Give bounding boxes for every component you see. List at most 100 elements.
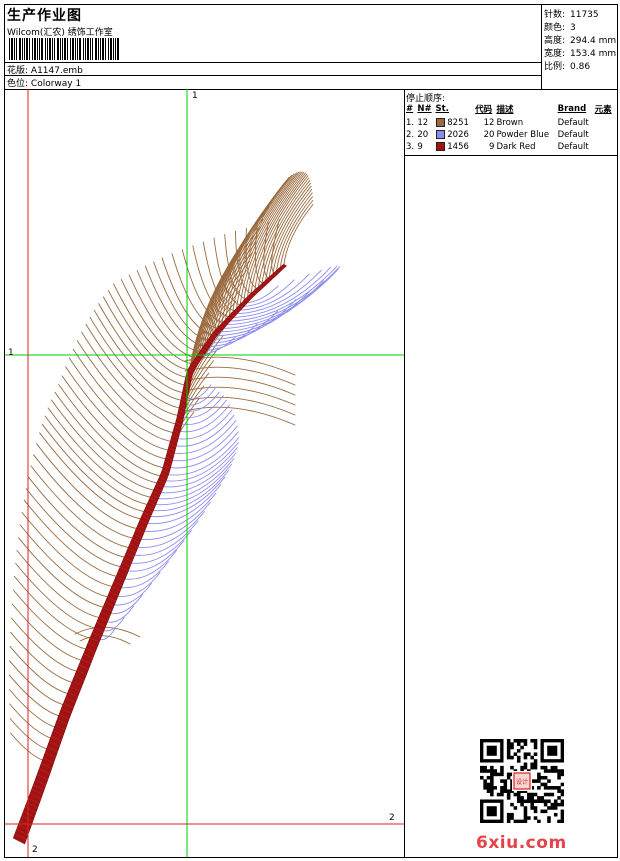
qr-module bbox=[530, 796, 534, 800]
qr-module bbox=[560, 789, 564, 793]
qr-module bbox=[516, 742, 521, 746]
qr-module bbox=[533, 765, 538, 770]
qr-module bbox=[516, 796, 521, 800]
qr-module bbox=[533, 752, 538, 756]
qr-module bbox=[513, 792, 518, 797]
qr-module bbox=[490, 782, 494, 787]
qr-module bbox=[547, 806, 551, 810]
qr-module bbox=[516, 819, 521, 823]
color-row: 2. 20 2026 20 Powder Blue Default bbox=[406, 128, 616, 140]
color-index: 2. bbox=[406, 129, 415, 140]
qr-module bbox=[496, 792, 501, 797]
barcode-bar bbox=[60, 38, 61, 60]
barcode-bar bbox=[95, 38, 97, 60]
qr-module bbox=[513, 819, 518, 823]
qr-module bbox=[506, 792, 511, 797]
qr-module bbox=[530, 739, 534, 743]
color-swatch bbox=[435, 129, 445, 139]
barcode-bar bbox=[16, 38, 17, 60]
qr-module bbox=[483, 782, 487, 787]
header-index: # bbox=[406, 104, 414, 114]
guide-label-h1: 1 bbox=[8, 348, 14, 358]
design-stats: 针数: 11735 颜色: 3 高度: 294.4 mm 宽度: 153.4 mm 比例: 0.8… bbox=[541, 5, 618, 89]
qr-module bbox=[523, 739, 528, 743]
barcode-bar bbox=[19, 38, 21, 60]
qr-module bbox=[540, 782, 545, 787]
barcode-bar bbox=[115, 38, 116, 60]
qr-module bbox=[533, 806, 538, 810]
watermark: 6xiu.com bbox=[476, 833, 567, 853]
qr-module bbox=[553, 769, 558, 773]
barcode-bar bbox=[39, 38, 40, 60]
header-description: 描述 bbox=[496, 105, 514, 115]
brown-barb-left bbox=[9, 645, 74, 696]
color-code: 20 bbox=[483, 129, 495, 140]
qr-module bbox=[543, 802, 548, 807]
header-code: 代码 bbox=[475, 105, 493, 115]
qr-module bbox=[506, 789, 511, 793]
barcode-bar bbox=[47, 38, 48, 60]
qr-module bbox=[480, 769, 484, 773]
barcode-bar bbox=[41, 38, 43, 60]
barcode-bar bbox=[98, 38, 99, 60]
stat-value: 0.86 bbox=[570, 62, 591, 72]
production-sheet: 生产作业图 Wilcom(汇农) 绣饰工作室 花版: A1147.emb 色位:… bbox=[4, 4, 618, 858]
feather-design bbox=[5, 89, 404, 857]
barcode-bar bbox=[113, 38, 114, 60]
qr-module bbox=[520, 799, 524, 804]
qr-module bbox=[520, 765, 524, 770]
qr-module bbox=[506, 752, 511, 756]
barcode bbox=[9, 38, 119, 60]
color-element bbox=[595, 128, 616, 140]
qr-module bbox=[503, 786, 508, 790]
qr-module bbox=[480, 775, 484, 780]
brown-stitch-layer bbox=[8, 171, 314, 763]
color-index: 1. bbox=[406, 117, 415, 128]
qr-module bbox=[483, 786, 487, 790]
qr-module bbox=[500, 772, 504, 777]
header-divider-2 bbox=[5, 75, 541, 76]
qr-module bbox=[530, 762, 534, 767]
qr-module bbox=[543, 809, 548, 814]
stat-label: 比例: bbox=[544, 62, 566, 72]
qr-module bbox=[506, 772, 511, 777]
qr-module bbox=[527, 816, 531, 820]
barcode-bar bbox=[77, 38, 78, 60]
qr-module bbox=[537, 779, 541, 783]
qr-module bbox=[537, 796, 541, 800]
barcode-bar bbox=[24, 38, 25, 60]
barcode-bar bbox=[83, 38, 84, 60]
qr-finder-core bbox=[547, 745, 558, 756]
qr-module bbox=[543, 799, 548, 804]
qr-module bbox=[547, 819, 551, 823]
qr-module bbox=[500, 765, 504, 770]
color-brand: Default bbox=[557, 141, 589, 152]
qr-module bbox=[483, 765, 487, 770]
color-needle: 9 bbox=[417, 141, 423, 152]
qr-module bbox=[533, 739, 538, 743]
qr-module bbox=[503, 782, 508, 787]
qr-module bbox=[560, 792, 564, 797]
color-swatch bbox=[435, 117, 445, 127]
qr-module bbox=[510, 742, 514, 746]
qr-module bbox=[510, 812, 514, 817]
stat-value: 153.4 mm bbox=[570, 49, 617, 59]
color-sequence-panel: 停止顺序: # N# St. 代码 描述 Brand 元素 1. 12 8251 1… bbox=[404, 89, 617, 857]
qr-module bbox=[553, 799, 558, 804]
qr-module bbox=[523, 819, 528, 823]
qr-module bbox=[490, 792, 494, 797]
qr-module bbox=[550, 792, 555, 797]
panel-divider bbox=[404, 155, 617, 156]
color-row: 3. 9 1456 9 Dark Red Default bbox=[406, 140, 616, 152]
qr-module bbox=[523, 755, 528, 760]
qr-module bbox=[516, 792, 521, 797]
barcode-bar bbox=[90, 38, 91, 60]
stat-value: 11735 bbox=[570, 10, 599, 20]
brown-barb-left bbox=[8, 674, 65, 718]
qr-module bbox=[490, 772, 494, 777]
qr-module bbox=[557, 769, 561, 773]
qr-module bbox=[520, 819, 524, 823]
qr-module bbox=[543, 769, 548, 773]
barcode-bar bbox=[100, 38, 101, 60]
barcode-bar bbox=[87, 38, 89, 60]
